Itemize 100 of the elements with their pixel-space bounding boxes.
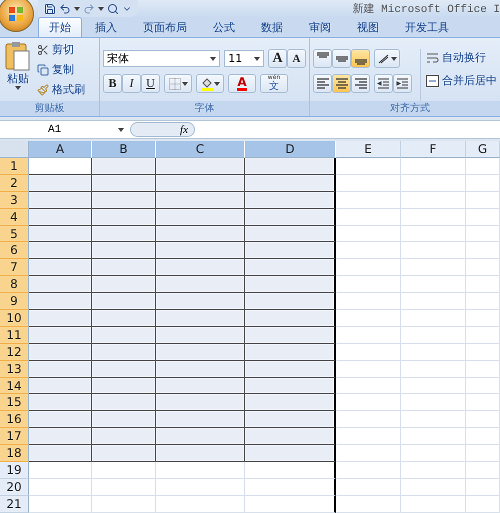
column-header[interactable]: G	[466, 141, 500, 158]
vertical-align-button[interactable]	[351, 49, 370, 68]
row-header[interactable]: 15	[0, 394, 29, 412]
grid-cell[interactable]	[245, 208, 336, 226]
grid-cell[interactable]	[92, 445, 156, 462]
row-header[interactable]: 8	[0, 276, 29, 294]
column-header[interactable]: C	[156, 141, 245, 158]
row-header[interactable]: 7	[0, 259, 29, 276]
font-name-field[interactable]: 宋体	[103, 50, 220, 67]
grid-cell[interactable]	[92, 310, 156, 327]
grid-cell[interactable]	[156, 226, 245, 242]
grid-cell[interactable]	[29, 445, 92, 462]
grid-cell[interactable]	[156, 242, 245, 260]
row-header[interactable]: 18	[0, 445, 29, 462]
grid-cell[interactable]	[92, 158, 156, 175]
grid-cell[interactable]	[92, 411, 156, 428]
ribbon-tab[interactable]: 页面布局	[130, 17, 200, 37]
column-header[interactable]: E	[336, 141, 401, 158]
decrease-indent-button[interactable]	[374, 74, 393, 93]
grid-cell[interactable]	[245, 326, 336, 344]
wrap-text-button[interactable]: 自动换行	[426, 49, 497, 66]
ribbon-tab[interactable]: 公式	[200, 17, 248, 37]
row-header[interactable]: 9	[0, 293, 29, 310]
grid-cell[interactable]	[92, 428, 156, 446]
grid-cell[interactable]	[156, 174, 245, 192]
grid-cell[interactable]	[245, 192, 336, 209]
grid-cell[interactable]	[156, 411, 245, 428]
copy-button[interactable]: 复制	[37, 61, 85, 78]
ribbon-tab[interactable]: 审阅	[296, 17, 344, 37]
grid-cell[interactable]	[245, 478, 336, 496]
horizontal-align-button[interactable]	[351, 74, 370, 93]
grid-cell[interactable]	[245, 445, 336, 462]
grid-cell[interactable]	[92, 259, 156, 276]
grid-cell[interactable]	[29, 226, 92, 242]
grid-cell[interactable]	[92, 293, 156, 310]
name-box[interactable]: A1	[0, 122, 130, 137]
horizontal-align-button[interactable]	[313, 74, 332, 93]
italic-button[interactable]: I	[122, 74, 141, 93]
row-header[interactable]: 13	[0, 360, 29, 378]
orientation-button[interactable]	[374, 49, 400, 68]
grid-cell[interactable]	[245, 158, 336, 175]
grid-cell[interactable]	[92, 344, 156, 361]
grid-cell[interactable]	[245, 226, 336, 242]
grid-cell[interactable]	[245, 293, 336, 310]
grid-cell[interactable]	[29, 174, 92, 192]
font-color-button[interactable]: A	[228, 74, 256, 93]
grid-cell[interactable]	[245, 310, 336, 327]
grid-cell[interactable]	[92, 360, 156, 378]
grid-cell[interactable]	[156, 360, 245, 378]
grid-cell[interactable]	[245, 394, 336, 412]
grid-cell[interactable]	[156, 158, 245, 175]
grid-cell[interactable]	[29, 192, 92, 209]
grid-cell[interactable]	[92, 326, 156, 344]
grid-cell[interactable]	[245, 174, 336, 192]
grid-cell[interactable]	[92, 276, 156, 294]
grid-cell[interactable]	[29, 242, 92, 260]
grid-cell[interactable]	[92, 174, 156, 192]
column-header[interactable]: D	[245, 141, 336, 158]
fill-color-button[interactable]	[196, 74, 224, 93]
row-header[interactable]: 14	[0, 378, 29, 394]
grid-cell[interactable]	[156, 394, 245, 412]
row-header[interactable]: 6	[0, 242, 29, 260]
paste-button[interactable]: 粘贴	[3, 41, 33, 101]
font-size-field[interactable]: 11	[224, 50, 264, 67]
grid-cell[interactable]	[29, 344, 92, 361]
grid-cell[interactable]	[29, 276, 92, 294]
row-header[interactable]: 19	[0, 462, 29, 479]
grid-cell[interactable]	[92, 192, 156, 209]
grid-cell[interactable]	[245, 242, 336, 260]
grid-cell[interactable]	[29, 428, 92, 446]
ribbon-tab[interactable]: 开始	[38, 17, 82, 37]
ribbon-tab[interactable]: 数据	[248, 17, 296, 37]
grid-cell[interactable]	[156, 293, 245, 310]
grid-cell[interactable]	[156, 259, 245, 276]
grid-cell[interactable]	[156, 310, 245, 327]
grid-cell[interactable]	[29, 208, 92, 226]
horizontal-align-button[interactable]	[332, 74, 351, 93]
row-header[interactable]: 11	[0, 326, 29, 344]
underline-button[interactable]: U	[141, 74, 160, 93]
row-header[interactable]: 5	[0, 226, 29, 242]
grid-cell[interactable]	[29, 360, 92, 378]
grid-cell[interactable]	[156, 428, 245, 446]
grid-cell[interactable]	[245, 496, 336, 513]
row-header[interactable]: 4	[0, 208, 29, 226]
grid-cell[interactable]	[92, 378, 156, 394]
vertical-align-button[interactable]	[313, 49, 332, 68]
grid-cell[interactable]	[92, 226, 156, 242]
grid-cell[interactable]	[156, 192, 245, 209]
save-icon[interactable]	[44, 2, 56, 14]
grid-cell[interactable]	[92, 208, 156, 226]
grow-font-button[interactable]: A	[268, 49, 287, 68]
grid-cell[interactable]	[29, 411, 92, 428]
bold-button[interactable]: B	[103, 74, 122, 93]
row-header[interactable]: 16	[0, 411, 29, 428]
row-header[interactable]: 3	[0, 192, 29, 209]
grid-cell[interactable]	[156, 276, 245, 294]
grid-cell[interactable]	[156, 208, 245, 226]
insert-function-button[interactable]: fx	[130, 122, 195, 137]
row-header[interactable]: 20	[0, 478, 29, 496]
grid-cell[interactable]	[156, 378, 245, 394]
